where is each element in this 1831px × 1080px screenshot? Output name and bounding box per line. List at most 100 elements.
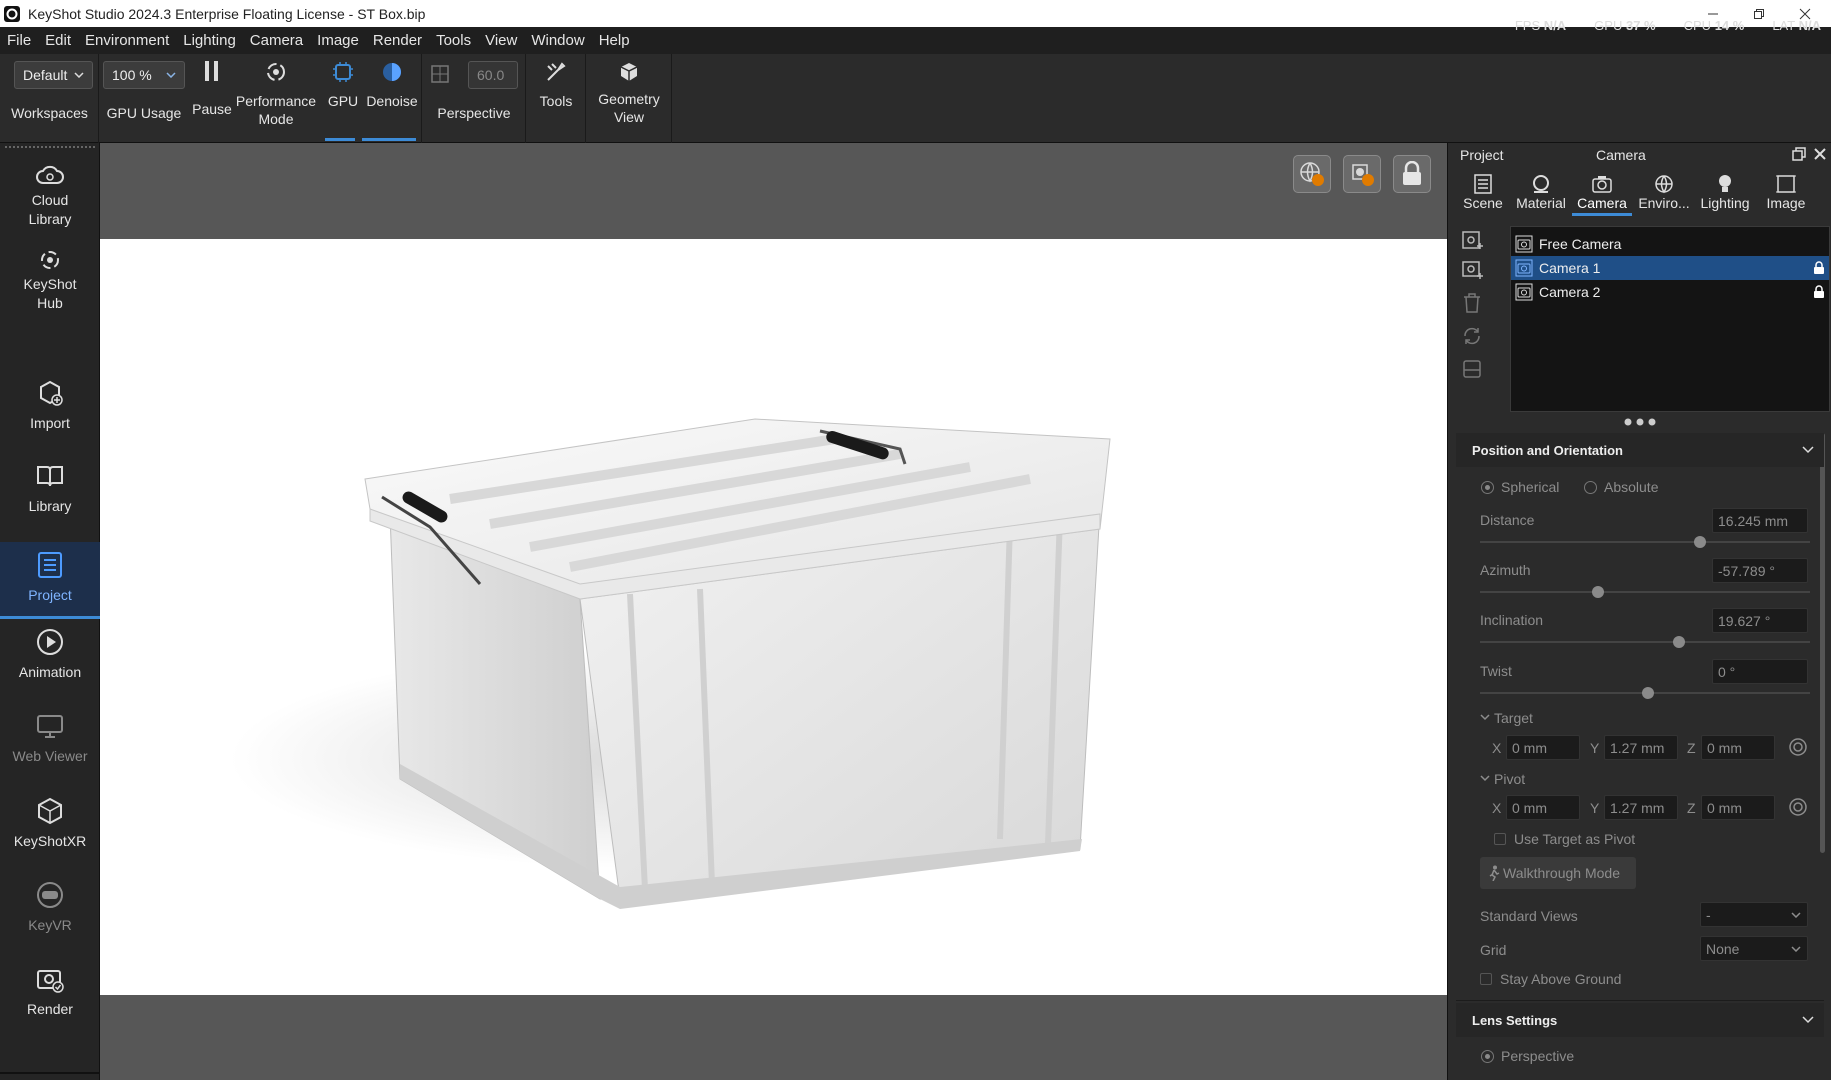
undock-icon[interactable] — [1792, 147, 1806, 161]
lock-icon[interactable] — [1813, 285, 1825, 299]
sidebar-item-animation[interactable]: Animation — [0, 627, 100, 699]
inclination-field[interactable]: 19.627 ° — [1712, 608, 1808, 633]
tab-camera-label: Camera — [1577, 195, 1627, 211]
lat-stat: LAT N/A — [1772, 18, 1821, 33]
sidebar-grip[interactable] — [5, 146, 95, 148]
chevron-down-icon[interactable] — [1480, 714, 1490, 722]
render-icon — [37, 970, 64, 993]
render-viewport[interactable] — [100, 143, 1447, 1080]
tab-environment[interactable]: Enviro... — [1635, 173, 1693, 211]
sidebar-item-keyvr[interactable]: KeyVR — [0, 880, 100, 952]
tab-lighting[interactable]: Lighting — [1696, 173, 1754, 211]
walkthrough-mode-button[interactable]: Walkthrough Mode — [1480, 857, 1636, 889]
azimuth-field[interactable]: -57.789 ° — [1712, 558, 1808, 583]
pivot-z-label: Z — [1687, 800, 1696, 816]
reset-camera-icon[interactable] — [1460, 324, 1484, 348]
chevron-down-icon[interactable] — [1480, 775, 1490, 783]
tab-camera[interactable]: Camera — [1572, 173, 1632, 216]
resize-handle-icon[interactable] — [1623, 418, 1657, 426]
pivot-x-field[interactable]: 0 mm — [1506, 795, 1580, 820]
geometry-view-label: Geometry View — [598, 91, 660, 125]
close-panel-icon[interactable] — [1813, 147, 1827, 161]
menu-window[interactable]: Window — [524, 32, 591, 49]
import-icon — [40, 380, 63, 406]
grid-select[interactable]: None — [1700, 936, 1808, 961]
menu-environment[interactable]: Environment — [78, 32, 176, 49]
azimuth-slider[interactable] — [1592, 586, 1604, 598]
performance-mode-label: Performance Mode — [235, 93, 317, 127]
sidebar-item-web-viewer[interactable]: Web Viewer — [0, 711, 100, 783]
render-canvas[interactable] — [100, 239, 1447, 995]
target-x-field[interactable]: 0 mm — [1506, 735, 1580, 760]
tab-image[interactable]: Image — [1757, 173, 1815, 211]
pivot-y-field[interactable]: 1.27 mm — [1604, 795, 1678, 820]
sidebar-item-import[interactable]: Import — [0, 378, 100, 448]
menu-render[interactable]: Render — [366, 32, 429, 49]
camera-lock-button[interactable] — [1393, 155, 1431, 193]
menu-image[interactable]: Image — [310, 32, 366, 49]
position-orientation-header[interactable]: Position and Orientation — [1456, 433, 1824, 467]
menu-file[interactable]: File — [0, 32, 38, 49]
absolute-radio[interactable] — [1584, 481, 1597, 494]
perspective-button[interactable]: Perspective — [422, 104, 526, 122]
azimuth-label: Azimuth — [1480, 562, 1531, 578]
environment-lock-button[interactable] — [1293, 155, 1331, 193]
lighting-lock-button[interactable] — [1343, 155, 1381, 193]
tab-material[interactable]: Material — [1512, 173, 1570, 211]
environment-icon — [1655, 175, 1673, 194]
distance-slider[interactable] — [1694, 536, 1706, 548]
camera-row-2[interactable]: Camera 2 — [1511, 280, 1829, 304]
stay-above-ground-checkbox[interactable] — [1480, 973, 1492, 985]
twist-field[interactable]: 0 ° — [1712, 659, 1808, 684]
tab-scene[interactable]: Scene — [1454, 173, 1512, 211]
tab-environment-label: Enviro... — [1638, 195, 1690, 211]
twist-slider[interactable] — [1642, 687, 1654, 699]
inclination-slider[interactable] — [1673, 636, 1685, 648]
panel-scrollbar[interactable] — [1820, 433, 1825, 853]
target-pick-icon[interactable] — [1788, 737, 1808, 757]
lens-settings-header[interactable]: Lens Settings — [1456, 1003, 1824, 1037]
pause-button[interactable]: Pause — [189, 58, 235, 118]
camera-row-1[interactable]: Camera 1 — [1511, 256, 1829, 280]
tools-icon — [547, 62, 566, 81]
gpu-usage-select[interactable]: 100 % — [103, 61, 185, 89]
menu-tools[interactable]: Tools — [429, 32, 478, 49]
menu-view[interactable]: View — [478, 32, 524, 49]
lens-perspective-label: Perspective — [1501, 1048, 1575, 1064]
target-z-field[interactable]: 0 mm — [1701, 735, 1775, 760]
denoise-icon — [383, 63, 401, 81]
gpu-toggle[interactable]: GPU — [322, 60, 364, 110]
sidebar-item-cloud-library[interactable]: Cloud Library — [0, 161, 100, 231]
pivot-pick-icon[interactable] — [1788, 797, 1808, 817]
tools-button[interactable]: Tools — [526, 60, 586, 110]
sidebar-item-keyshotxr[interactable]: KeyShotXR — [0, 796, 100, 868]
animation-label: Animation — [18, 664, 82, 680]
save-camera-icon[interactable] — [1460, 357, 1484, 381]
menu-lighting[interactable]: Lighting — [176, 32, 243, 49]
fov-input[interactable]: 60.0 — [468, 61, 518, 89]
lens-perspective-radio[interactable] — [1481, 1050, 1494, 1063]
keyshot-hub-label: KeyShot Hub — [23, 276, 77, 311]
target-y-field[interactable]: 1.27 mm — [1604, 735, 1678, 760]
geometry-view-button[interactable]: Geometry View — [586, 60, 672, 126]
menu-edit[interactable]: Edit — [38, 32, 78, 49]
performance-mode-button[interactable]: Performance Mode — [233, 60, 319, 128]
camera-row-free[interactable]: Free Camera — [1511, 232, 1829, 256]
distance-field[interactable]: 16.245 mm — [1712, 508, 1808, 533]
duplicate-camera-icon[interactable] — [1460, 258, 1484, 282]
sidebar-item-project[interactable]: Project — [0, 542, 100, 619]
menu-camera[interactable]: Camera — [243, 32, 310, 49]
spherical-radio[interactable] — [1481, 481, 1494, 494]
use-target-as-pivot-checkbox[interactable] — [1494, 833, 1506, 845]
standard-views-select[interactable]: - — [1700, 902, 1808, 927]
lock-icon[interactable] — [1813, 261, 1825, 275]
pivot-z-field[interactable]: 0 mm — [1701, 795, 1775, 820]
delete-camera-icon[interactable] — [1460, 291, 1484, 315]
add-camera-icon[interactable] — [1460, 228, 1484, 252]
denoise-toggle[interactable]: Denoise — [363, 60, 421, 110]
sidebar-item-render[interactable]: Render — [0, 964, 100, 1036]
sidebar-item-library[interactable]: Library — [0, 461, 100, 533]
sidebar-item-keyshot-hub[interactable]: KeyShot Hub — [0, 245, 100, 315]
menu-help[interactable]: Help — [592, 32, 637, 49]
workspace-select[interactable]: Default — [14, 61, 93, 89]
